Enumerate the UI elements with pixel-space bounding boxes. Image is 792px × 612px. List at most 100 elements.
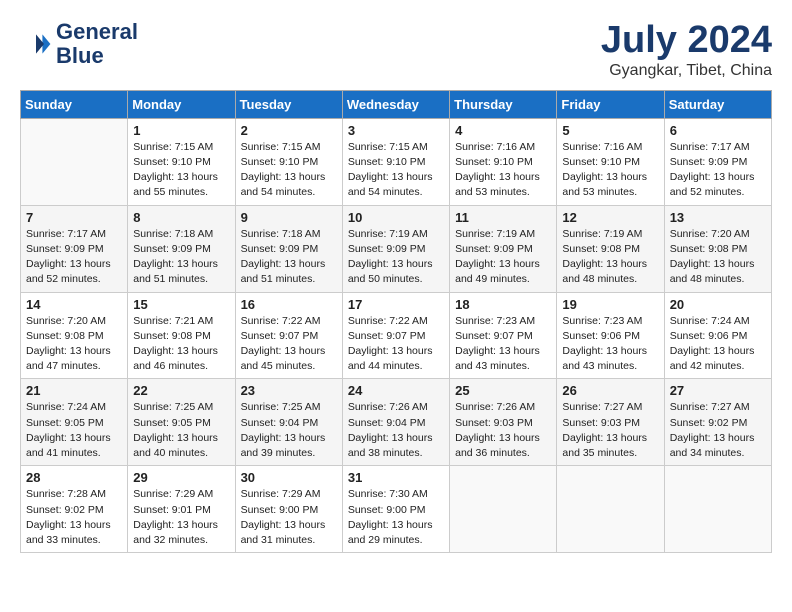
calendar-cell: 21 Sunrise: 7:24 AM Sunset: 9:05 PM Dayli… xyxy=(21,379,128,466)
day-number: 8 xyxy=(133,210,229,225)
cell-info: Sunrise: 7:26 AM Sunset: 9:03 PM Dayligh… xyxy=(455,400,551,461)
week-row-1: 1 Sunrise: 7:15 AM Sunset: 9:10 PM Daylig… xyxy=(21,118,772,205)
day-number: 1 xyxy=(133,123,229,138)
day-number: 19 xyxy=(562,297,658,312)
logo-icon xyxy=(20,28,52,60)
week-row-4: 21 Sunrise: 7:24 AM Sunset: 9:05 PM Dayli… xyxy=(21,379,772,466)
weekday-friday: Friday xyxy=(557,90,664,118)
cell-info: Sunrise: 7:17 AM Sunset: 9:09 PM Dayligh… xyxy=(670,140,766,201)
location: Gyangkar, Tibet, China xyxy=(601,62,772,80)
day-number: 9 xyxy=(241,210,337,225)
calendar-cell: 4 Sunrise: 7:16 AM Sunset: 9:10 PM Daylig… xyxy=(450,118,557,205)
calendar-cell xyxy=(450,466,557,553)
day-number: 20 xyxy=(670,297,766,312)
cell-info: Sunrise: 7:20 AM Sunset: 9:08 PM Dayligh… xyxy=(26,314,122,375)
calendar-cell: 6 Sunrise: 7:17 AM Sunset: 9:09 PM Daylig… xyxy=(664,118,771,205)
day-number: 15 xyxy=(133,297,229,312)
title-block: July 2024 Gyangkar, Tibet, China xyxy=(601,20,772,80)
day-number: 3 xyxy=(348,123,444,138)
day-number: 26 xyxy=(562,383,658,398)
cell-info: Sunrise: 7:18 AM Sunset: 9:09 PM Dayligh… xyxy=(241,227,337,288)
logo-line1: General xyxy=(56,20,138,44)
day-number: 6 xyxy=(670,123,766,138)
day-number: 18 xyxy=(455,297,551,312)
cell-info: Sunrise: 7:19 AM Sunset: 9:08 PM Dayligh… xyxy=(562,227,658,288)
cell-info: Sunrise: 7:23 AM Sunset: 9:06 PM Dayligh… xyxy=(562,314,658,375)
cell-info: Sunrise: 7:16 AM Sunset: 9:10 PM Dayligh… xyxy=(562,140,658,201)
weekday-monday: Monday xyxy=(128,90,235,118)
calendar-cell: 11 Sunrise: 7:19 AM Sunset: 9:09 PM Dayli… xyxy=(450,205,557,292)
logo: General Blue xyxy=(20,20,138,68)
calendar-cell: 15 Sunrise: 7:21 AM Sunset: 9:08 PM Dayli… xyxy=(128,292,235,379)
logo-line2: Blue xyxy=(56,44,138,68)
cell-info: Sunrise: 7:22 AM Sunset: 9:07 PM Dayligh… xyxy=(241,314,337,375)
cell-info: Sunrise: 7:18 AM Sunset: 9:09 PM Dayligh… xyxy=(133,227,229,288)
cell-info: Sunrise: 7:15 AM Sunset: 9:10 PM Dayligh… xyxy=(348,140,444,201)
cell-info: Sunrise: 7:27 AM Sunset: 9:02 PM Dayligh… xyxy=(670,400,766,461)
calendar-cell: 8 Sunrise: 7:18 AM Sunset: 9:09 PM Daylig… xyxy=(128,205,235,292)
day-number: 10 xyxy=(348,210,444,225)
weekday-saturday: Saturday xyxy=(664,90,771,118)
calendar-cell xyxy=(557,466,664,553)
cell-info: Sunrise: 7:24 AM Sunset: 9:05 PM Dayligh… xyxy=(26,400,122,461)
calendar-cell: 23Sunrise: 7:25 AM Sunset: 9:04 PM Dayli… xyxy=(235,379,342,466)
calendar-cell: 31Sunrise: 7:30 AM Sunset: 9:00 PM Dayli… xyxy=(342,466,449,553)
calendar-cell: 16 Sunrise: 7:22 AM Sunset: 9:07 PM Dayli… xyxy=(235,292,342,379)
calendar-cell: 26 Sunrise: 7:27 AM Sunset: 9:03 PM Dayli… xyxy=(557,379,664,466)
day-number: 28 xyxy=(26,470,122,485)
day-number: 23 xyxy=(241,383,337,398)
cell-info: Sunrise: 7:24 AM Sunset: 9:06 PM Dayligh… xyxy=(670,314,766,375)
calendar-cell: 20 Sunrise: 7:24 AM Sunset: 9:06 PM Dayli… xyxy=(664,292,771,379)
month-title: July 2024 xyxy=(601,20,772,62)
cell-info: Sunrise: 7:19 AM Sunset: 9:09 PM Dayligh… xyxy=(455,227,551,288)
day-number: 27 xyxy=(670,383,766,398)
day-number: 11 xyxy=(455,210,551,225)
day-number: 16 xyxy=(241,297,337,312)
calendar-cell: 19 Sunrise: 7:23 AM Sunset: 9:06 PM Dayli… xyxy=(557,292,664,379)
day-number: 22 xyxy=(133,383,229,398)
cell-info: Sunrise: 7:25 AM Sunset: 9:05 PM Dayligh… xyxy=(133,400,229,461)
calendar-cell xyxy=(664,466,771,553)
day-number: 25 xyxy=(455,383,551,398)
cell-info: Sunrise: 7:16 AM Sunset: 9:10 PM Dayligh… xyxy=(455,140,551,201)
day-number: 7 xyxy=(26,210,122,225)
week-row-5: 28 Sunrise: 7:28 AM Sunset: 9:02 PM Dayli… xyxy=(21,466,772,553)
week-row-3: 14Sunrise: 7:20 AM Sunset: 9:08 PM Dayli… xyxy=(21,292,772,379)
cell-info: Sunrise: 7:17 AM Sunset: 9:09 PM Dayligh… xyxy=(26,227,122,288)
calendar-cell: 14Sunrise: 7:20 AM Sunset: 9:08 PM Dayli… xyxy=(21,292,128,379)
week-row-2: 7 Sunrise: 7:17 AM Sunset: 9:09 PM Daylig… xyxy=(21,205,772,292)
calendar-cell: 24Sunrise: 7:26 AM Sunset: 9:04 PM Dayli… xyxy=(342,379,449,466)
day-number: 5 xyxy=(562,123,658,138)
cell-info: Sunrise: 7:29 AM Sunset: 9:00 PM Dayligh… xyxy=(241,487,337,548)
weekday-thursday: Thursday xyxy=(450,90,557,118)
cell-info: Sunrise: 7:27 AM Sunset: 9:03 PM Dayligh… xyxy=(562,400,658,461)
logo-text: General Blue xyxy=(56,20,138,68)
cell-info: Sunrise: 7:29 AM Sunset: 9:01 PM Dayligh… xyxy=(133,487,229,548)
cell-info: Sunrise: 7:26 AM Sunset: 9:04 PM Dayligh… xyxy=(348,400,444,461)
cell-info: Sunrise: 7:15 AM Sunset: 9:10 PM Dayligh… xyxy=(133,140,229,201)
cell-info: Sunrise: 7:30 AM Sunset: 9:00 PM Dayligh… xyxy=(348,487,444,548)
cell-info: Sunrise: 7:15 AM Sunset: 9:10 PM Dayligh… xyxy=(241,140,337,201)
calendar-cell: 3 Sunrise: 7:15 AM Sunset: 9:10 PM Daylig… xyxy=(342,118,449,205)
calendar-cell: 27 Sunrise: 7:27 AM Sunset: 9:02 PM Dayli… xyxy=(664,379,771,466)
cell-info: Sunrise: 7:28 AM Sunset: 9:02 PM Dayligh… xyxy=(26,487,122,548)
calendar-body: 1 Sunrise: 7:15 AM Sunset: 9:10 PM Daylig… xyxy=(21,118,772,552)
calendar-cell: 10 Sunrise: 7:19 AM Sunset: 9:09 PM Dayli… xyxy=(342,205,449,292)
cell-info: Sunrise: 7:19 AM Sunset: 9:09 PM Dayligh… xyxy=(348,227,444,288)
cell-info: Sunrise: 7:21 AM Sunset: 9:08 PM Dayligh… xyxy=(133,314,229,375)
day-number: 4 xyxy=(455,123,551,138)
weekday-tuesday: Tuesday xyxy=(235,90,342,118)
cell-info: Sunrise: 7:22 AM Sunset: 9:07 PM Dayligh… xyxy=(348,314,444,375)
calendar-cell: 22 Sunrise: 7:25 AM Sunset: 9:05 PM Dayli… xyxy=(128,379,235,466)
day-number: 30 xyxy=(241,470,337,485)
calendar-cell: 5 Sunrise: 7:16 AM Sunset: 9:10 PM Daylig… xyxy=(557,118,664,205)
calendar-cell: 30 Sunrise: 7:29 AM Sunset: 9:00 PM Dayli… xyxy=(235,466,342,553)
calendar-cell: 29Sunrise: 7:29 AM Sunset: 9:01 PM Dayli… xyxy=(128,466,235,553)
calendar-cell: 7 Sunrise: 7:17 AM Sunset: 9:09 PM Daylig… xyxy=(21,205,128,292)
calendar-cell xyxy=(21,118,128,205)
day-number: 13 xyxy=(670,210,766,225)
day-number: 12 xyxy=(562,210,658,225)
day-number: 21 xyxy=(26,383,122,398)
calendar-table: SundayMondayTuesdayWednesdayThursdayFrid… xyxy=(20,90,772,553)
calendar-cell: 13Sunrise: 7:20 AM Sunset: 9:08 PM Dayli… xyxy=(664,205,771,292)
